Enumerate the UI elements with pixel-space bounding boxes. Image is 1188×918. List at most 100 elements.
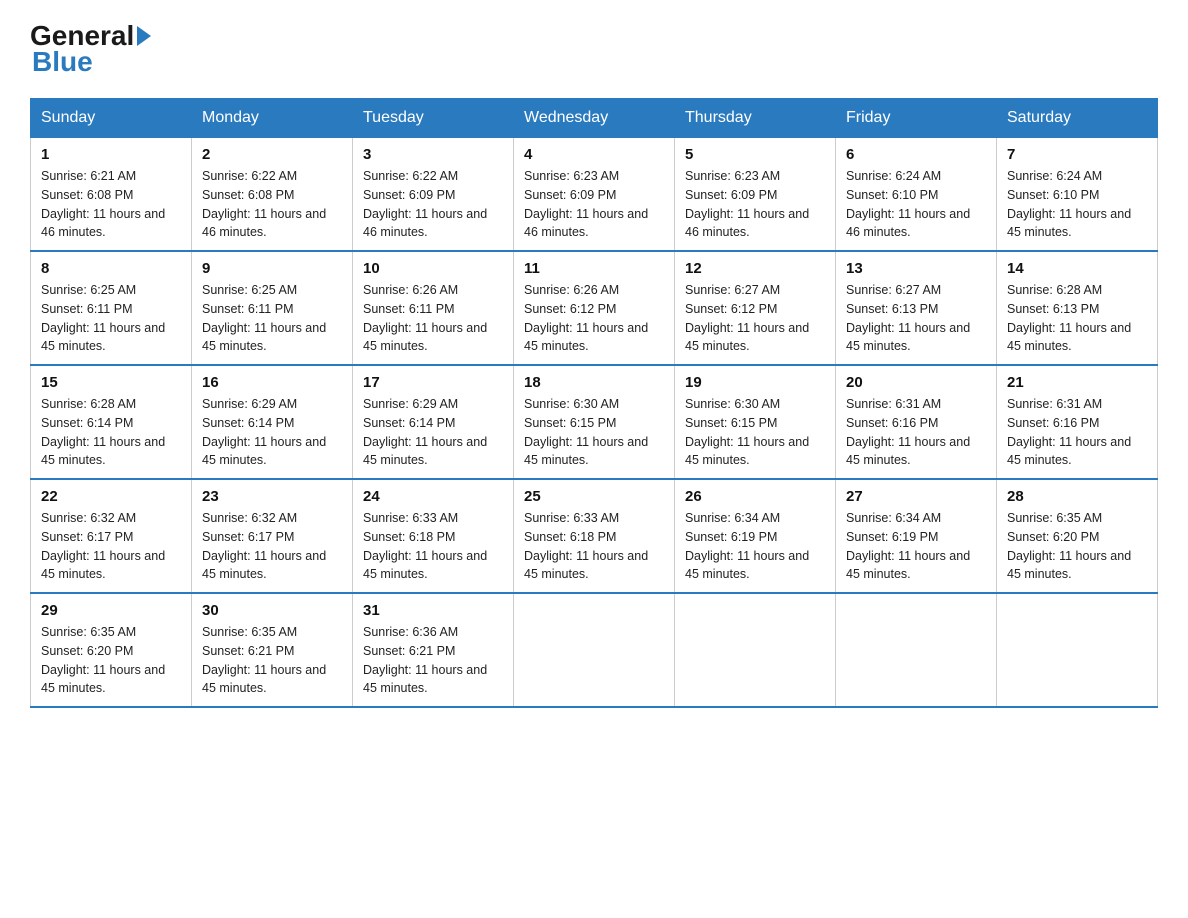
- calendar-cell: [997, 593, 1158, 707]
- calendar-cell: 6 Sunrise: 6:24 AMSunset: 6:10 PMDayligh…: [836, 138, 997, 252]
- calendar-cell: [514, 593, 675, 707]
- calendar-cell: 11 Sunrise: 6:26 AMSunset: 6:12 PMDaylig…: [514, 251, 675, 365]
- day-info: Sunrise: 6:23 AMSunset: 6:09 PMDaylight:…: [685, 167, 825, 242]
- calendar-cell: 19 Sunrise: 6:30 AMSunset: 6:15 PMDaylig…: [675, 365, 836, 479]
- day-info: Sunrise: 6:31 AMSunset: 6:16 PMDaylight:…: [846, 395, 986, 470]
- calendar-cell: 13 Sunrise: 6:27 AMSunset: 6:13 PMDaylig…: [836, 251, 997, 365]
- logo: General Blue: [30, 20, 154, 78]
- calendar-cell: 25 Sunrise: 6:33 AMSunset: 6:18 PMDaylig…: [514, 479, 675, 593]
- day-info: Sunrise: 6:34 AMSunset: 6:19 PMDaylight:…: [846, 509, 986, 584]
- day-info: Sunrise: 6:25 AMSunset: 6:11 PMDaylight:…: [202, 281, 342, 356]
- day-info: Sunrise: 6:28 AMSunset: 6:14 PMDaylight:…: [41, 395, 181, 470]
- day-info: Sunrise: 6:33 AMSunset: 6:18 PMDaylight:…: [524, 509, 664, 584]
- header-friday: Friday: [836, 99, 997, 138]
- calendar-cell: 24 Sunrise: 6:33 AMSunset: 6:18 PMDaylig…: [353, 479, 514, 593]
- day-info: Sunrise: 6:32 AMSunset: 6:17 PMDaylight:…: [202, 509, 342, 584]
- calendar-week-row: 8 Sunrise: 6:25 AMSunset: 6:11 PMDayligh…: [31, 251, 1158, 365]
- day-number: 27: [846, 488, 986, 505]
- day-number: 17: [363, 374, 503, 391]
- day-info: Sunrise: 6:27 AMSunset: 6:12 PMDaylight:…: [685, 281, 825, 356]
- logo-arrow-icon: [137, 26, 151, 46]
- calendar-cell: 14 Sunrise: 6:28 AMSunset: 6:13 PMDaylig…: [997, 251, 1158, 365]
- calendar-cell: 21 Sunrise: 6:31 AMSunset: 6:16 PMDaylig…: [997, 365, 1158, 479]
- calendar-cell: 16 Sunrise: 6:29 AMSunset: 6:14 PMDaylig…: [192, 365, 353, 479]
- day-number: 30: [202, 602, 342, 619]
- logo-blue-text: Blue: [30, 46, 93, 78]
- calendar-cell: 17 Sunrise: 6:29 AMSunset: 6:14 PMDaylig…: [353, 365, 514, 479]
- calendar-cell: 7 Sunrise: 6:24 AMSunset: 6:10 PMDayligh…: [997, 138, 1158, 252]
- day-info: Sunrise: 6:30 AMSunset: 6:15 PMDaylight:…: [685, 395, 825, 470]
- calendar-cell: 12 Sunrise: 6:27 AMSunset: 6:12 PMDaylig…: [675, 251, 836, 365]
- day-info: Sunrise: 6:36 AMSunset: 6:21 PMDaylight:…: [363, 623, 503, 698]
- day-info: Sunrise: 6:26 AMSunset: 6:12 PMDaylight:…: [524, 281, 664, 356]
- day-number: 31: [363, 602, 503, 619]
- day-info: Sunrise: 6:27 AMSunset: 6:13 PMDaylight:…: [846, 281, 986, 356]
- calendar-cell: 8 Sunrise: 6:25 AMSunset: 6:11 PMDayligh…: [31, 251, 192, 365]
- header-thursday: Thursday: [675, 99, 836, 138]
- day-number: 9: [202, 260, 342, 277]
- day-number: 21: [1007, 374, 1147, 391]
- calendar-cell: 2 Sunrise: 6:22 AMSunset: 6:08 PMDayligh…: [192, 138, 353, 252]
- header-monday: Monday: [192, 99, 353, 138]
- day-info: Sunrise: 6:35 AMSunset: 6:20 PMDaylight:…: [1007, 509, 1147, 584]
- header-sunday: Sunday: [31, 99, 192, 138]
- calendar-cell: 9 Sunrise: 6:25 AMSunset: 6:11 PMDayligh…: [192, 251, 353, 365]
- day-info: Sunrise: 6:23 AMSunset: 6:09 PMDaylight:…: [524, 167, 664, 242]
- calendar-cell: 28 Sunrise: 6:35 AMSunset: 6:20 PMDaylig…: [997, 479, 1158, 593]
- day-number: 5: [685, 146, 825, 163]
- calendar-cell: 27 Sunrise: 6:34 AMSunset: 6:19 PMDaylig…: [836, 479, 997, 593]
- calendar-cell: 15 Sunrise: 6:28 AMSunset: 6:14 PMDaylig…: [31, 365, 192, 479]
- calendar-week-row: 1 Sunrise: 6:21 AMSunset: 6:08 PMDayligh…: [31, 138, 1158, 252]
- day-number: 25: [524, 488, 664, 505]
- calendar-cell: 4 Sunrise: 6:23 AMSunset: 6:09 PMDayligh…: [514, 138, 675, 252]
- day-number: 24: [363, 488, 503, 505]
- day-info: Sunrise: 6:24 AMSunset: 6:10 PMDaylight:…: [846, 167, 986, 242]
- day-number: 15: [41, 374, 181, 391]
- day-info: Sunrise: 6:33 AMSunset: 6:18 PMDaylight:…: [363, 509, 503, 584]
- day-number: 14: [1007, 260, 1147, 277]
- day-number: 28: [1007, 488, 1147, 505]
- day-info: Sunrise: 6:26 AMSunset: 6:11 PMDaylight:…: [363, 281, 503, 356]
- day-number: 2: [202, 146, 342, 163]
- day-number: 16: [202, 374, 342, 391]
- header-tuesday: Tuesday: [353, 99, 514, 138]
- header-wednesday: Wednesday: [514, 99, 675, 138]
- page-header: General Blue: [30, 20, 1158, 78]
- calendar-week-row: 15 Sunrise: 6:28 AMSunset: 6:14 PMDaylig…: [31, 365, 1158, 479]
- day-info: Sunrise: 6:35 AMSunset: 6:20 PMDaylight:…: [41, 623, 181, 698]
- calendar-week-row: 22 Sunrise: 6:32 AMSunset: 6:17 PMDaylig…: [31, 479, 1158, 593]
- day-number: 3: [363, 146, 503, 163]
- day-info: Sunrise: 6:30 AMSunset: 6:15 PMDaylight:…: [524, 395, 664, 470]
- calendar-cell: 20 Sunrise: 6:31 AMSunset: 6:16 PMDaylig…: [836, 365, 997, 479]
- day-number: 4: [524, 146, 664, 163]
- day-number: 8: [41, 260, 181, 277]
- calendar-cell: 29 Sunrise: 6:35 AMSunset: 6:20 PMDaylig…: [31, 593, 192, 707]
- day-info: Sunrise: 6:28 AMSunset: 6:13 PMDaylight:…: [1007, 281, 1147, 356]
- day-info: Sunrise: 6:29 AMSunset: 6:14 PMDaylight:…: [363, 395, 503, 470]
- day-number: 6: [846, 146, 986, 163]
- calendar-cell: 22 Sunrise: 6:32 AMSunset: 6:17 PMDaylig…: [31, 479, 192, 593]
- day-info: Sunrise: 6:35 AMSunset: 6:21 PMDaylight:…: [202, 623, 342, 698]
- day-number: 13: [846, 260, 986, 277]
- day-info: Sunrise: 6:22 AMSunset: 6:08 PMDaylight:…: [202, 167, 342, 242]
- day-info: Sunrise: 6:34 AMSunset: 6:19 PMDaylight:…: [685, 509, 825, 584]
- calendar-cell: 18 Sunrise: 6:30 AMSunset: 6:15 PMDaylig…: [514, 365, 675, 479]
- day-info: Sunrise: 6:25 AMSunset: 6:11 PMDaylight:…: [41, 281, 181, 356]
- day-info: Sunrise: 6:31 AMSunset: 6:16 PMDaylight:…: [1007, 395, 1147, 470]
- day-number: 7: [1007, 146, 1147, 163]
- day-info: Sunrise: 6:29 AMSunset: 6:14 PMDaylight:…: [202, 395, 342, 470]
- day-number: 1: [41, 146, 181, 163]
- calendar-cell: 26 Sunrise: 6:34 AMSunset: 6:19 PMDaylig…: [675, 479, 836, 593]
- day-number: 26: [685, 488, 825, 505]
- calendar-cell: 1 Sunrise: 6:21 AMSunset: 6:08 PMDayligh…: [31, 138, 192, 252]
- calendar-cell: 10 Sunrise: 6:26 AMSunset: 6:11 PMDaylig…: [353, 251, 514, 365]
- calendar-cell: 3 Sunrise: 6:22 AMSunset: 6:09 PMDayligh…: [353, 138, 514, 252]
- day-number: 18: [524, 374, 664, 391]
- calendar-cell: 5 Sunrise: 6:23 AMSunset: 6:09 PMDayligh…: [675, 138, 836, 252]
- calendar-week-row: 29 Sunrise: 6:35 AMSunset: 6:20 PMDaylig…: [31, 593, 1158, 707]
- day-number: 19: [685, 374, 825, 391]
- day-number: 23: [202, 488, 342, 505]
- calendar-cell: [675, 593, 836, 707]
- day-number: 29: [41, 602, 181, 619]
- calendar-cell: 23 Sunrise: 6:32 AMSunset: 6:17 PMDaylig…: [192, 479, 353, 593]
